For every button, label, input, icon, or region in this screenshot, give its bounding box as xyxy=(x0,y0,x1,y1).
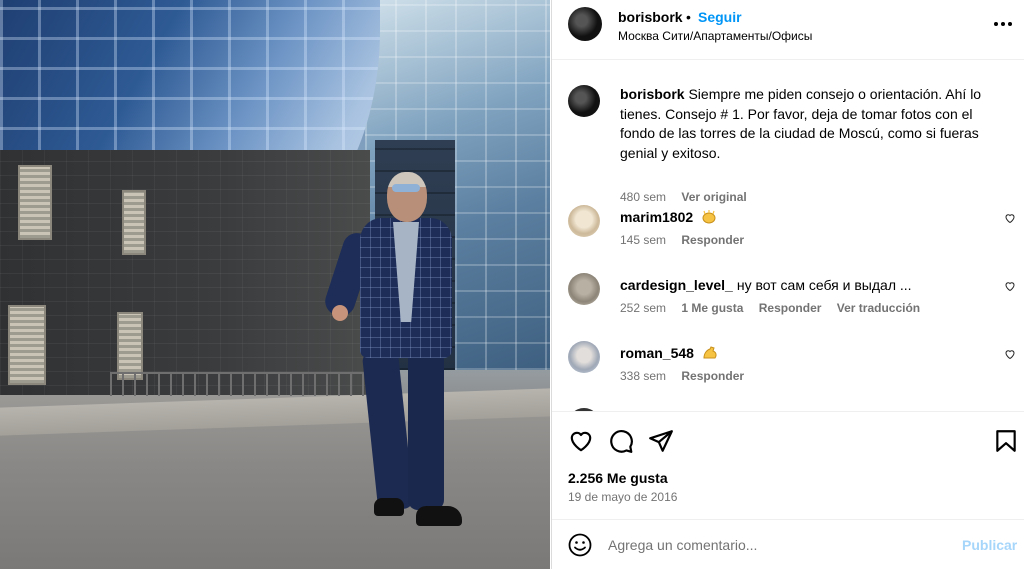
comment-meta: 338 sem Responder xyxy=(620,369,744,383)
reply-button[interactable]: Responder xyxy=(759,301,822,315)
comment-bubble-icon[interactable] xyxy=(608,428,634,454)
man-leg xyxy=(408,350,444,510)
photo-vent xyxy=(18,165,52,240)
post-location[interactable]: Москва Сити/Апартаменты/Офисы xyxy=(618,29,812,43)
emoji-picker-icon[interactable] xyxy=(568,533,592,557)
reply-button[interactable]: Responder xyxy=(681,233,744,247)
post-header: borisbork • Seguir Москва Сити/Апартамен… xyxy=(552,0,1024,60)
caption-avatar[interactable] xyxy=(568,85,600,117)
share-send-icon[interactable] xyxy=(648,428,674,454)
comment-meta: 145 sem Responder xyxy=(620,233,744,247)
man-sunglasses xyxy=(392,184,420,192)
comment-time: 252 sem xyxy=(620,301,667,315)
save-bookmark-icon[interactable] xyxy=(993,428,1019,454)
comment-meta: 252 sem 1 Me gusta Responder Ver traducc… xyxy=(620,301,920,315)
comment-like-heart-icon[interactable] xyxy=(1004,280,1016,292)
man-shoe xyxy=(416,506,462,526)
like-heart-icon[interactable] xyxy=(568,428,594,454)
separator-dot: • xyxy=(686,9,691,25)
clap-emoji xyxy=(702,210,716,224)
comment-username[interactable]: marim1802 xyxy=(620,209,693,225)
photo-vent xyxy=(122,190,146,255)
post-comment-button[interactable]: Publicar xyxy=(962,537,1017,553)
more-options-icon[interactable] xyxy=(993,11,1013,32)
see-translation-button[interactable]: Ver traducción xyxy=(837,301,920,315)
comment-item: roman_548 338 sem Responder xyxy=(568,341,1024,401)
man-head xyxy=(387,172,427,222)
photo-vent xyxy=(8,305,46,385)
man-leg xyxy=(361,348,415,512)
comment-time: 145 sem xyxy=(620,233,667,247)
comment-username[interactable]: roman_548 xyxy=(620,345,694,361)
comment-likes-count[interactable]: 1 Me gusta xyxy=(681,301,743,315)
caption-time: 480 sem xyxy=(620,190,667,204)
comment-line: marim1802 xyxy=(620,209,717,225)
comment-line: roman_548 xyxy=(620,345,718,361)
commenter-avatar[interactable] xyxy=(568,205,600,237)
reply-button[interactable]: Responder xyxy=(681,369,744,383)
comment-line: cardesign_level_ ну вот сам себя и выдал … xyxy=(620,277,912,293)
caption-username[interactable]: borisbork xyxy=(620,86,685,102)
more-options-dots xyxy=(994,22,1012,26)
photo-vent xyxy=(117,312,143,380)
man-shoe xyxy=(374,498,404,516)
flexed-biceps-emoji xyxy=(703,346,717,359)
see-original-button[interactable]: Ver original xyxy=(681,190,746,204)
comment-like-heart-icon[interactable] xyxy=(1004,348,1016,360)
comment-text: ну вот сам себя и выдал ... xyxy=(736,277,912,293)
comment-input[interactable] xyxy=(608,532,948,558)
commenter-avatar[interactable] xyxy=(568,341,600,373)
comment-item: marim1802 145 sem Responder xyxy=(568,205,1024,265)
likes-count[interactable]: 2.256 Me gusta xyxy=(568,470,668,486)
photo-stone-facade xyxy=(0,150,370,400)
comment-item: cardesign_level_ ну вот сам себя и выдал … xyxy=(568,273,1024,333)
photo-man xyxy=(321,170,470,540)
comment-username[interactable]: cardesign_level_ xyxy=(620,277,733,293)
comments-list[interactable]: borisbork Siempre me piden consejo o ori… xyxy=(552,61,1024,411)
follow-button[interactable]: Seguir xyxy=(698,9,742,25)
comment-time: 338 sem xyxy=(620,369,667,383)
owner-username[interactable]: borisbork xyxy=(618,9,683,25)
comment-like-heart-icon[interactable] xyxy=(1004,212,1016,224)
post-actions: 2.256 Me gusta 19 de mayo de 2016 xyxy=(552,411,1024,519)
post-photo[interactable] xyxy=(0,0,550,569)
post-date: 19 de mayo de 2016 xyxy=(568,490,678,504)
caption-text-block: borisbork Siempre me piden consejo o ori… xyxy=(620,85,1008,163)
commenter-avatar[interactable] xyxy=(568,273,600,305)
caption-meta: 480 sem Ver original xyxy=(620,190,747,204)
add-comment-bar: Publicar xyxy=(552,519,1024,569)
post-side-panel: borisbork • Seguir Москва Сити/Апартамен… xyxy=(551,0,1024,569)
owner-avatar[interactable] xyxy=(568,7,602,41)
man-hand xyxy=(332,305,348,321)
